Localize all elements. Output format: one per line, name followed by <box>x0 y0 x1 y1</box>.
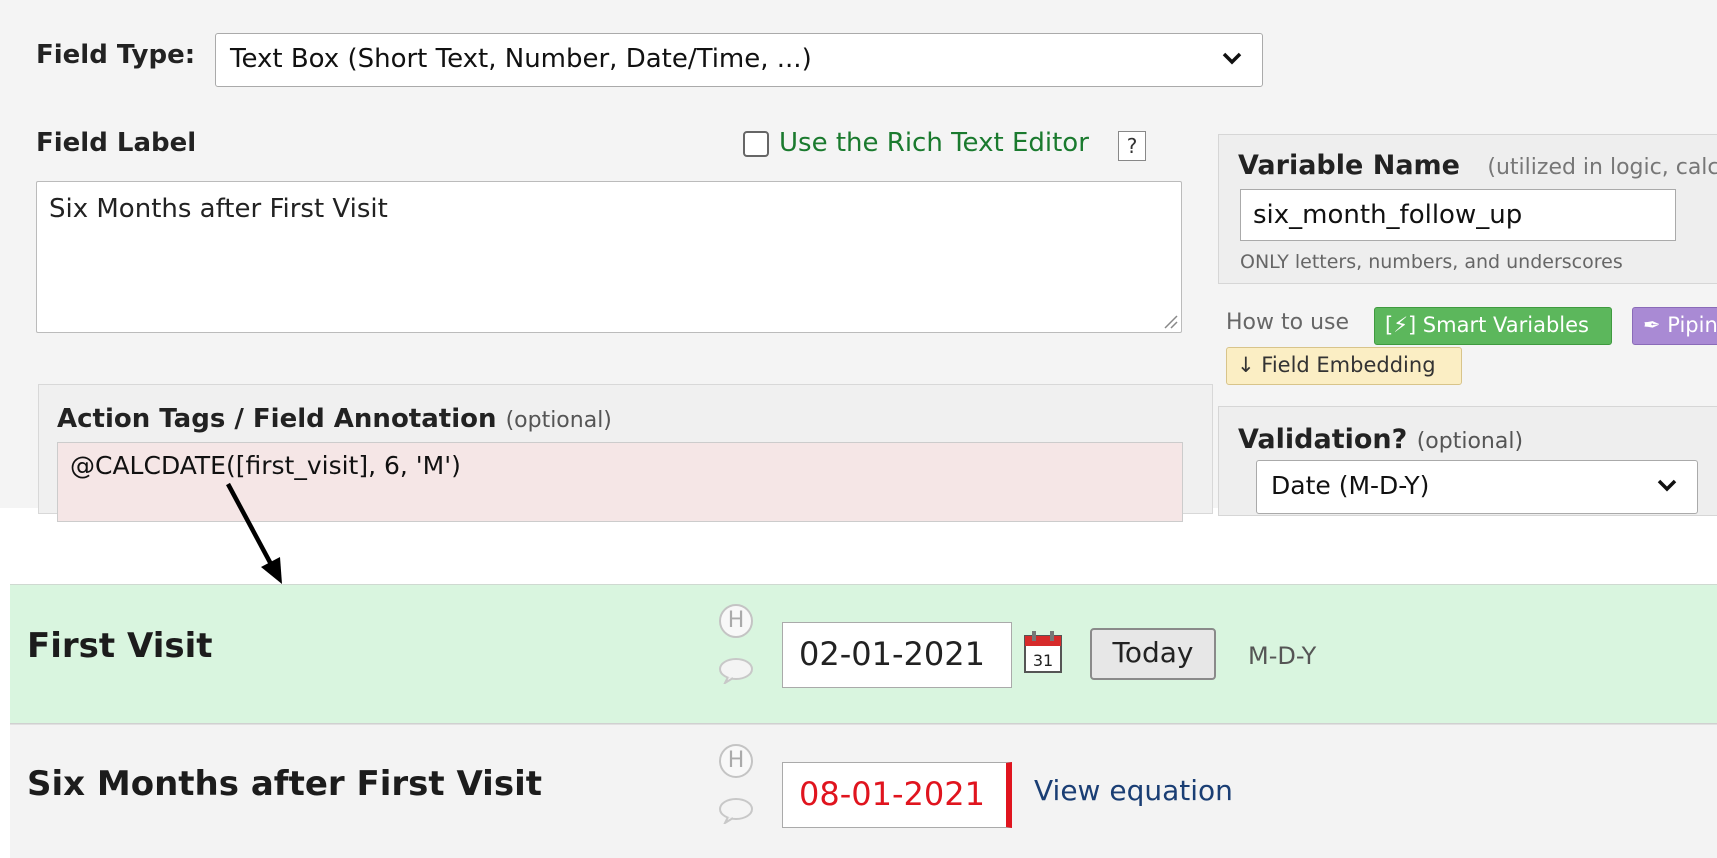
piping-button[interactable]: ✒ Piping <box>1632 307 1717 345</box>
resize-handle-icon[interactable] <box>1160 311 1178 329</box>
six-months-label: Six Months after First Visit <box>27 764 542 804</box>
rich-text-label[interactable]: Use the Rich Text Editor <box>779 128 1089 158</box>
date-format-label: M-D-Y <box>1248 642 1317 670</box>
history-icon[interactable]: H <box>719 744 753 778</box>
action-tags-textarea[interactable]: @CALCDATE([first_visit], 6, 'M') <box>57 442 1183 522</box>
field-label-textarea[interactable]: Six Months after First Visit <box>36 181 1182 333</box>
calendar-icon[interactable]: 31 <box>1023 630 1063 674</box>
action-tags-label: Action Tags / Field Annotation (optional… <box>57 404 612 434</box>
validation-title: Validation? <box>1238 424 1408 455</box>
first-visit-date-value: 02-01-2021 <box>799 635 985 673</box>
comment-bubble-icon[interactable] <box>718 656 754 684</box>
variable-name-value: six_month_follow_up <box>1253 200 1523 230</box>
variable-name-input[interactable]: six_month_follow_up <box>1240 189 1676 241</box>
action-tags-optional: (optional) <box>505 408 612 433</box>
help-icon[interactable]: ? <box>1118 131 1146 161</box>
smart-variables-button[interactable]: [⚡] Smart Variables <box>1374 307 1612 345</box>
six-months-date-input[interactable]: 08-01-2021 <box>782 762 1012 828</box>
field-type-select[interactable]: Text Box (Short Text, Number, Date/Time,… <box>215 33 1263 87</box>
field-label-heading: Field Label <box>36 128 197 158</box>
variable-name-title: Variable Name <box>1238 150 1460 181</box>
validation-label: Validation? (optional) <box>1238 424 1523 455</box>
comment-bubble-icon[interactable] <box>718 796 754 824</box>
history-icon[interactable]: H <box>719 604 753 638</box>
how-to-use-label: How to use <box>1226 310 1350 335</box>
field-label-value: Six Months after First Visit <box>49 194 388 224</box>
today-button[interactable]: Today <box>1090 628 1216 680</box>
action-tags-title: Action Tags / Field Annotation <box>57 404 497 434</box>
validation-optional: (optional) <box>1416 429 1524 454</box>
action-tags-value: @CALCDATE([first_visit], 6, 'M') <box>70 451 461 480</box>
calendar-day-text: 31 <box>1033 651 1053 670</box>
first-visit-label: First Visit <box>27 626 213 666</box>
variable-name-note: ONLY letters, numbers, and underscores <box>1240 251 1623 273</box>
validation-selected: Date (M-D-Y) <box>1271 471 1430 500</box>
chevron-down-icon <box>1222 52 1242 65</box>
validation-select[interactable]: Date (M-D-Y) <box>1256 460 1698 514</box>
first-visit-date-input[interactable]: 02-01-2021 <box>782 622 1012 688</box>
six-months-date-value: 08-01-2021 <box>799 775 985 813</box>
field-type-selected: Text Box (Short Text, Number, Date/Time,… <box>230 44 812 74</box>
variable-name-hint: (utilized in logic, calc <box>1487 155 1717 180</box>
variable-name-label: Variable Name (utilized in logic, calc <box>1238 150 1717 181</box>
field-embedding-button[interactable]: ↓ Field Embedding <box>1226 347 1462 385</box>
chevron-down-icon <box>1657 479 1677 492</box>
field-type-label: Field Type: <box>36 40 196 70</box>
view-equation-link[interactable]: View equation <box>1034 774 1233 807</box>
rich-text-checkbox[interactable] <box>743 131 769 157</box>
